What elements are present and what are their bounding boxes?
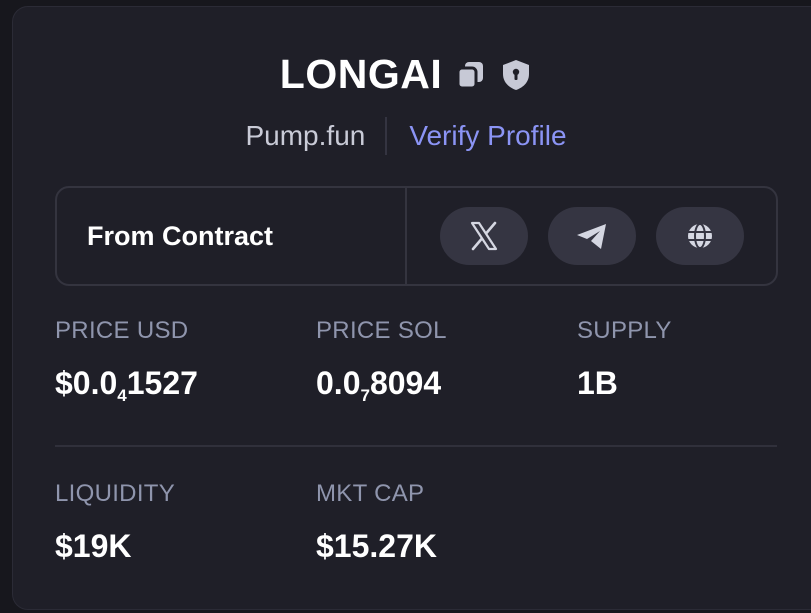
x-link-button[interactable] [439,207,528,265]
stats-divider [55,445,777,447]
stat-label: PRICE SOL [316,317,447,344]
stat-value: 1B [577,365,618,401]
title-row: LONGAI [13,51,799,98]
stat-mkt-cap: MKT CAP $15.27K [316,480,437,565]
stat-label: MKT CAP [316,480,425,507]
stat-price-usd: PRICE USD $0.041527 [55,317,198,406]
website-link-button[interactable] [655,207,744,265]
platform-label: Pump.fun [245,120,366,151]
token-info-card: LONGAI Pump.fun Verify Profile From Cont… [12,6,811,610]
stat-value: $19K [55,528,132,564]
telegram-link-button[interactable] [547,207,636,265]
telegram-icon [576,224,606,249]
stat-value: $0.041527 [55,365,198,405]
stat-value: 0.078094 [316,365,442,405]
verify-profile-link[interactable]: Verify Profile [387,120,566,152]
stat-label: SUPPLY [577,317,672,344]
subtitle-row: Pump.fun Verify Profile [13,117,799,155]
contract-box: From Contract [55,186,778,286]
stat-label: LIQUIDITY [55,480,176,507]
stat-supply: SUPPLY 1B [577,317,672,402]
x-icon [470,221,497,251]
stat-value: $15.27K [316,528,437,564]
copy-icon[interactable] [454,58,488,92]
stat-label: PRICE USD [55,317,189,344]
contract-source-label: From Contract [57,188,407,284]
shield-icon[interactable] [500,58,532,92]
token-title: LONGAI [279,51,443,97]
stat-price-sol: PRICE SOL 0.078094 [316,317,447,406]
stat-liquidity: LIQUIDITY $19K [55,480,175,565]
social-links [407,188,776,284]
globe-icon [687,223,712,249]
